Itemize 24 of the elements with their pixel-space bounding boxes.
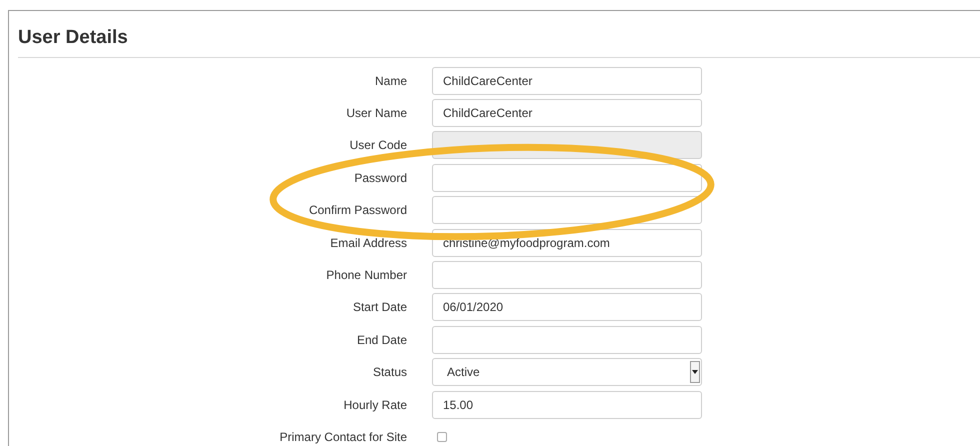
checkbox[interactable] <box>437 432 447 442</box>
input-field[interactable] <box>432 164 702 192</box>
field-label: Password <box>354 170 407 185</box>
field-label: End Date <box>356 332 407 347</box>
field-label: Name <box>374 74 407 88</box>
field-label: Start Date <box>352 300 407 314</box>
field-label: Phone Number <box>326 268 407 282</box>
field-label: User Code <box>350 138 407 152</box>
field-label: User Name <box>346 106 407 120</box>
input-field[interactable]: ChildCareCenter <box>432 99 702 128</box>
status-dropdown[interactable]: Active <box>432 358 702 386</box>
field-label: Hourly Rate <box>344 398 407 412</box>
field-label: Status <box>372 365 407 380</box>
input-field[interactable]: 15.00 <box>432 390 702 419</box>
field-label: Primary Contact for Site <box>280 430 407 444</box>
field-label: Confirm Password <box>308 203 407 218</box>
page-title: User Details <box>18 27 128 48</box>
input-field[interactable]: ChildCareCenter <box>432 66 702 95</box>
input-field[interactable] <box>432 261 702 290</box>
input-field[interactable]: 06/01/2020 <box>432 293 702 322</box>
input-field[interactable] <box>432 326 702 354</box>
field-label: Email Address <box>330 236 407 250</box>
caret-icon[interactable] <box>690 361 700 384</box>
input-field[interactable] <box>432 196 702 224</box>
